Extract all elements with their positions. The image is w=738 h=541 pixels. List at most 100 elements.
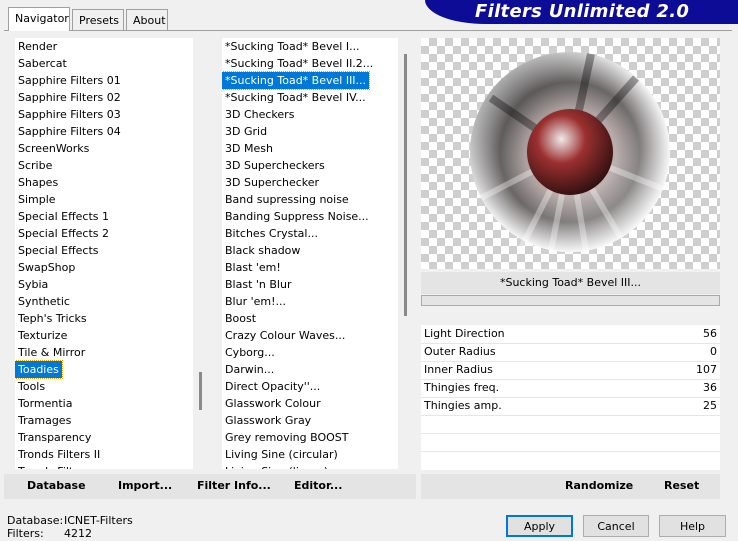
param-value: 0 [710,345,717,358]
tab-presets[interactable]: Presets [72,9,124,30]
list-toolbar: Database Import... Filter Info... Editor… [4,474,416,499]
category-list-item[interactable]: ScreenWorks [15,140,92,157]
filter-list-item[interactable]: Glasswork Gray [222,412,314,429]
filter-list-item[interactable]: Black shadow [222,242,303,259]
category-list-item[interactable]: Tile & Mirror [15,344,88,361]
category-list-item[interactable]: Sapphire Filters 01 [15,72,124,89]
category-list-item[interactable]: Special Effects 2 [15,225,112,242]
parameter-panel: Light Direction 56 Outer Radius 0 Inner … [421,325,720,470]
param-light-direction[interactable]: Light Direction 56 [421,325,720,344]
tab-about[interactable]: About [126,9,168,30]
filter-list-item[interactable]: Cyborg... [222,344,278,361]
param-value: 36 [703,381,717,394]
status-database-label: Database: [7,514,64,527]
category-list-item[interactable]: Sapphire Filters 03 [15,106,124,123]
filter-list-item[interactable]: 3D Mesh [222,140,276,157]
filter-list-item[interactable]: 3D Checkers [222,106,297,123]
filter-list-item[interactable]: *Sucking Toad* Bevel I... [222,38,363,55]
tab-navigator[interactable]: Navigator [8,7,70,31]
filter-list-item[interactable]: Grey removing BOOST [222,429,351,446]
param-empty-row [421,433,720,452]
filter-list-item[interactable]: Direct Opacity''... [222,378,323,395]
category-list-item[interactable]: SwapShop [15,259,78,276]
filter-list-item[interactable]: Blast 'em! [222,259,284,276]
database-button[interactable]: Database [27,479,86,492]
category-list-item[interactable]: Special Effects 1 [15,208,112,225]
filter-list-item[interactable]: *Sucking Toad* Bevel IV... [222,89,369,106]
filter-info-button[interactable]: Filter Info... [197,479,271,492]
param-label: Light Direction [424,327,505,340]
filter-list-item[interactable]: Blur 'em!... [222,293,289,310]
param-thingies-amp[interactable]: Thingies amp. 25 [421,397,720,416]
param-inner-radius[interactable]: Inner Radius 107 [421,361,720,380]
filter-list-item[interactable]: Crazy Colour Waves... [222,327,348,344]
filter-list-item[interactable]: Blast 'n Blur [222,276,294,293]
param-value: 56 [703,327,717,340]
status-database-value: ICNET-Filters [64,514,133,527]
param-label: Inner Radius [424,363,493,376]
category-list-item[interactable]: Simple [15,191,59,208]
help-button[interactable]: Help [659,515,726,537]
filter-list[interactable]: *Sucking Toad* Bevel I... *Sucking Toad* … [222,38,398,469]
status-filters: Filters: 4212 [7,527,92,540]
filter-list-item[interactable]: Boost [222,310,259,327]
filter-list-item[interactable]: Band supressing noise [222,191,352,208]
param-value: 25 [703,399,717,412]
filter-list-item[interactable]: Banding Suppress Noise... [222,208,372,225]
category-list-item[interactable]: Special Effects [15,242,102,259]
filter-list-item[interactable]: 3D Grid [222,123,270,140]
filter-list-item[interactable]: Living Sine (circular) [222,446,341,463]
category-list-item[interactable]: Sabercat [15,55,70,72]
import-button[interactable]: Import... [118,479,172,492]
reset-button[interactable]: Reset [664,479,699,492]
filter-list-item[interactable]: Glasswork Colour [222,395,324,412]
category-list-item[interactable]: Texturize [15,327,70,344]
category-list-item[interactable]: Shapes [15,174,61,191]
filter-list-item[interactable]: 3D Superchecker [222,174,322,191]
progress-bar [421,295,720,306]
filter-list-item[interactable]: Darwin... [222,361,277,378]
category-list-item[interactable]: Tramages [15,412,74,429]
filter-list-item[interactable]: *Sucking Toad* Bevel III... [222,71,371,90]
param-label: Thingies freq. [424,381,500,394]
category-list-item[interactable]: Tormentia [15,395,75,412]
category-list-item[interactable]: Sybia [15,276,51,293]
preview-image [470,52,670,252]
category-list-item[interactable]: Transparency [15,429,94,446]
tab-strip-border [4,30,732,31]
randomize-button[interactable]: Randomize [565,479,633,492]
category-list-item[interactable]: Sapphire Filters 04 [15,123,124,140]
filter-scroll-thumb[interactable] [404,54,407,316]
current-filter-name: *Sucking Toad* Bevel III... [421,272,720,294]
category-list-item[interactable]: Teph's Tricks [15,310,90,327]
editor-button[interactable]: Editor... [294,479,342,492]
param-value: 107 [696,363,717,376]
category-list-item[interactable]: Scribe [15,157,55,174]
status-database: Database: ICNET-Filters [7,514,133,527]
status-filters-label: Filters: [7,527,44,540]
filter-scrollbar[interactable] [399,38,413,469]
category-list-item[interactable]: Toadies [15,360,63,379]
category-list-item[interactable]: Synthetic [15,293,73,310]
apply-button[interactable]: Apply [506,515,573,537]
param-outer-radius[interactable]: Outer Radius 0 [421,343,720,362]
param-thingies-freq[interactable]: Thingies freq. 36 [421,379,720,398]
category-list-item[interactable]: Tronds Filters [15,463,93,469]
param-label: Thingies amp. [424,399,502,412]
category-list-item[interactable]: Tools [15,378,48,395]
category-list[interactable]: Render Sabercat Sapphire Filters 01 Sapphir… [15,38,193,469]
category-scrollbar[interactable] [194,38,208,469]
filter-list-item[interactable]: *Sucking Toad* Bevel II.2... [222,55,376,72]
status-filters-value: 4212 [64,527,92,540]
category-list-item[interactable]: Render [15,38,60,55]
filter-list-item[interactable]: Bitches Crystal... [222,225,321,242]
category-list-item[interactable]: Tronds Filters II [15,446,103,463]
cancel-button[interactable]: Cancel [583,515,649,537]
category-list-item[interactable]: Sapphire Filters 02 [15,89,124,106]
filter-list-item[interactable]: 3D Supercheckers [222,157,328,174]
filter-list-item[interactable]: Living Sine (linear) [222,463,331,469]
category-scroll-thumb[interactable] [199,372,202,410]
parameter-toolbar: Randomize Reset [421,474,720,499]
preview-area [421,38,720,269]
banner-title: Filters Unlimited 2.0 [475,1,690,22]
